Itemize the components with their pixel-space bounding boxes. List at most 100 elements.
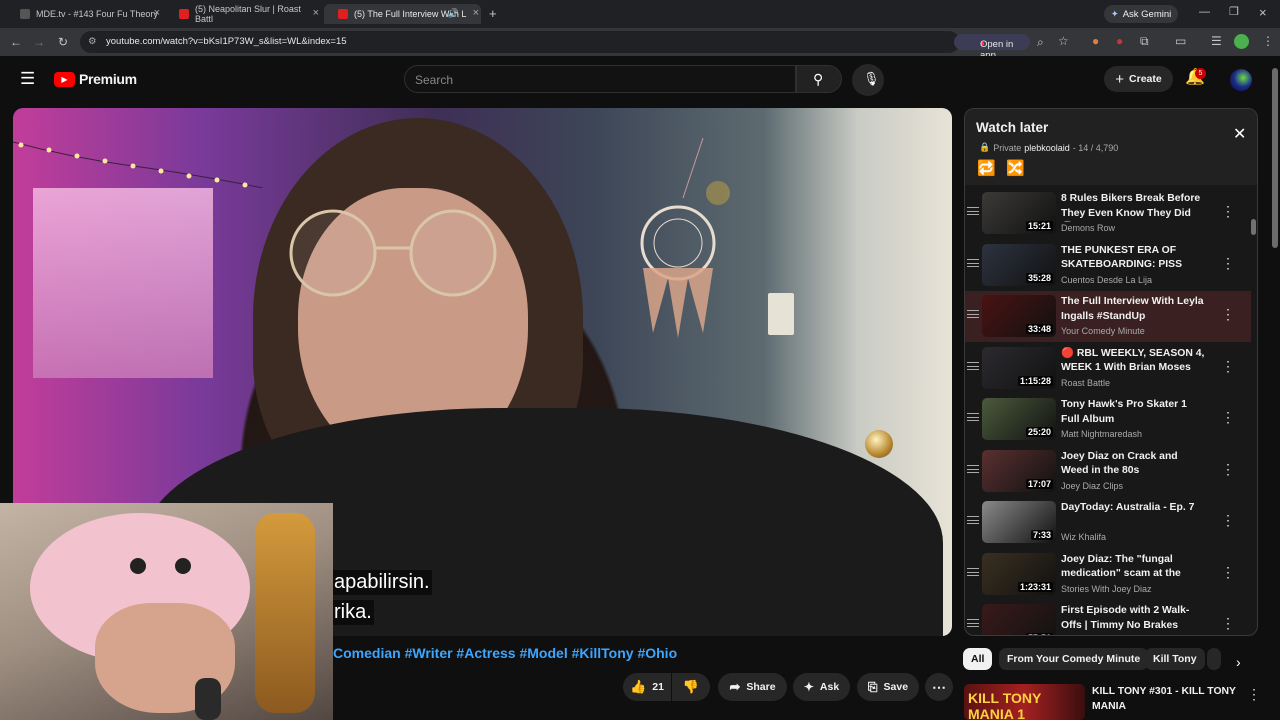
recommended-thumbnail[interactable]: KILL TONY MANIA 1 [964,684,1085,720]
drag-handle-icon[interactable] [967,464,979,473]
close-playlist-icon[interactable]: ✕ [1233,127,1246,143]
browser-tab[interactable]: (5) Neapolitan Slur | Roast Battl × [165,4,321,24]
site-info-icon[interactable]: ⚙ [88,36,97,47]
more-vertical-icon[interactable]: ⋮ [1221,255,1235,272]
share-button[interactable]: ➦ Share [718,673,787,701]
video-thumbnail[interactable]: 33:48 [982,295,1056,337]
like-button[interactable]: 👍 21 [623,673,671,701]
chip-all[interactable]: All [963,648,993,670]
channel-name[interactable]: Joey Diaz Clips [1061,481,1217,491]
ask-gemini-button[interactable]: ✦ Ask Gemini [1104,5,1178,23]
chip-overflow[interactable] [1207,648,1221,670]
channel-name[interactable]: Wiz Khalifa [1061,532,1217,542]
drag-handle-icon[interactable] [967,567,979,576]
extension-icon[interactable]: ● [1092,35,1099,47]
audio-playing-icon[interactable]: 🔊 [448,8,459,19]
playlist-title[interactable]: Watch later [976,120,1048,135]
playlist-item[interactable]: 33:48 The Full Interview With Leyla Ingal… [965,291,1251,342]
video-thumbnail[interactable]: 55:56 [982,604,1056,635]
zoom-icon[interactable]: ⌕ [1037,36,1044,48]
video-thumbnail[interactable]: 35:28 [982,243,1056,286]
playlist-item[interactable]: 17:07 Joey Diaz on Crack and Weed in the … [965,446,1251,497]
playlist-item[interactable]: 1:23:31 Joey Diaz: The "fungal medication… [965,549,1251,600]
forward-icon[interactable]: → [33,36,45,48]
video-title[interactable]: 🔴 RBL WEEKLY, SEASON 4, WEEK 1 With Bria… [1061,347,1207,377]
extension-icon[interactable]: ● [1116,35,1123,47]
video-title[interactable]: Tony Hawk's Pro Skater 1 Full Album [1061,398,1207,427]
playlist-item[interactable]: 35:28 THE PUNKEST ERA OF SKATEBOARDING: P… [965,240,1251,291]
save-button[interactable]: ⎘ Save [857,673,919,701]
reload-icon[interactable]: ↻ [58,36,68,48]
dislike-button[interactable]: 👎 [672,673,710,701]
browser-tab[interactable]: MDE.tv - #143 Four Fu Theory × [6,4,162,24]
recommended-title[interactable]: KILL TONY #301 - KILL TONY MANIA [1092,685,1242,714]
playlist-item[interactable]: 1:15:28 🔴 RBL WEEKLY, SEASON 4, WEEK 1 Wi… [965,343,1251,394]
drag-handle-icon[interactable] [967,516,979,524]
more-vertical-icon[interactable]: ⋮ [1221,203,1235,220]
voice-search-button[interactable]: 🎙 [852,64,884,96]
profile-avatar[interactable] [1234,34,1249,49]
channel-name[interactable]: Stories With Joey Diaz [1061,584,1217,594]
address-bar[interactable]: ⚙ youtube.com/watch?v=bKsI1P73W_s&list=W… [80,31,1030,61]
reading-list-icon[interactable]: ☰ [1211,35,1222,47]
bookmark-star-icon[interactable]: ☆ [1058,35,1069,47]
restore-icon[interactable]: ❐ [1229,7,1239,18]
channel-name[interactable]: Cuentos Desde La Lija [1061,275,1217,285]
more-actions-button[interactable]: ⋯ [925,673,953,701]
close-tab-icon[interactable]: × [313,7,319,19]
channel-name[interactable]: Roast Battle [1061,378,1217,388]
close-window-icon[interactable]: × [1259,6,1267,19]
video-thumbnail[interactable]: 15:21 [982,192,1056,234]
drag-handle-icon[interactable] [967,207,979,215]
more-vertical-icon[interactable]: ⋮ [1221,615,1235,632]
loop-icon[interactable]: 🔁 [977,161,996,176]
video-thumbnail[interactable]: 17:07 [982,449,1056,492]
drag-handle-icon[interactable] [967,361,979,370]
more-vertical-icon[interactable]: ⋮ [1221,564,1235,581]
chip-from-channel[interactable]: From Your Comedy Minute [999,648,1149,670]
minimize-icon[interactable]: — [1199,7,1210,18]
youtube-logo[interactable]: ▶ Premium [54,71,137,87]
playlist-item[interactable]: 7:33 DayToday: Australia - Ep. 7 Wiz Khali… [965,497,1251,548]
close-tab-icon[interactable]: × [473,7,479,19]
video-title[interactable]: Joey Diaz: The "fungal medication" scam … [1061,553,1207,583]
video-title[interactable]: THE PUNKEST ERA OF SKATEBOARDING: PISS D… [1061,244,1207,274]
video-title[interactable]: 8 Rules Bikers Break Before They Even Kn… [1061,192,1207,222]
ask-button[interactable]: ✦ Ask [793,673,850,701]
video-title[interactable]: DayToday: Australia - Ep. 7 [1061,501,1207,516]
playlist-scrollbar[interactable] [1251,189,1256,635]
page-scrollbar[interactable] [1271,60,1279,720]
video-thumbnail[interactable]: 1:23:31 [982,552,1056,595]
drag-handle-icon[interactable] [967,413,979,421]
channel-name[interactable]: Howie Mandel Does Stuff and Ti... [1061,635,1217,636]
playlist-item[interactable]: 25:20 Tony Hawk's Pro Skater 1 Full Album… [965,394,1251,445]
scrollbar-thumb[interactable] [1251,219,1256,235]
video-title[interactable]: The Full Interview With Leyla Ingalls #S… [1061,295,1207,325]
more-vertical-icon[interactable]: ⋮ [1221,409,1235,426]
video-title[interactable]: Joey Diaz on Crack and Weed in the 80s [1061,450,1207,479]
channel-name[interactable]: Demons Row [1061,223,1217,233]
drag-handle-icon[interactable] [967,258,979,267]
more-vertical-icon[interactable]: ⋮ [1221,358,1235,375]
playlist-owner[interactable]: plebkoolaid [1024,143,1070,153]
hamburger-menu-icon[interactable]: ☰ [20,70,35,87]
create-button[interactable]: + Create [1104,66,1173,92]
open-in-app-button[interactable]: ● Open in app [954,34,1030,61]
drag-handle-icon[interactable] [967,619,979,627]
channel-name[interactable]: Your Comedy Minute [1061,326,1217,336]
playlist-item[interactable]: 15:21 8 Rules Bikers Break Before They Ev… [965,188,1251,239]
browser-menu-icon[interactable]: ⋮ [1262,35,1274,47]
search-button[interactable]: ⚲ [796,65,842,93]
more-vertical-icon[interactable]: ⋮ [1221,306,1235,323]
cast-icon[interactable]: ▭ [1175,35,1186,47]
chip-kill-tony[interactable]: Kill Tony [1145,648,1205,670]
video-thumbnail[interactable]: 1:15:28 [982,346,1056,389]
search-input[interactable]: Search [415,73,453,87]
page-scrollbar-thumb[interactable] [1272,68,1278,248]
video-hashtags[interactable]: Comedian #Writer #Actress #Model #KillTo… [333,645,677,661]
new-tab-icon[interactable]: + [489,7,497,20]
more-vertical-icon[interactable]: ⋮ [1247,687,1261,701]
close-tab-icon[interactable]: × [154,7,160,19]
browser-tab-active[interactable]: (5) The Full Interview With L 🔊 × [324,4,481,24]
drag-handle-icon[interactable] [967,310,979,318]
